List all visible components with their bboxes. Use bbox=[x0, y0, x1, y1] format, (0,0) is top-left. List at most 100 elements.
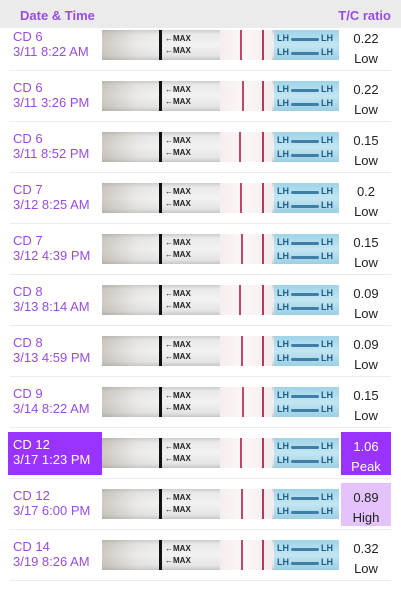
strip-result-window bbox=[220, 234, 272, 264]
lh-label: LH bbox=[277, 339, 289, 349]
test-result-row[interactable]: CD 14 3/19 8:26 AM ←MAX ←MAX LH LH LH LH 0.32 Low bbox=[0, 530, 401, 581]
test-line bbox=[241, 489, 243, 519]
cycle-day-label: CD 6 bbox=[13, 131, 43, 146]
lh-label: LH bbox=[277, 288, 289, 298]
lh-label: LH bbox=[321, 543, 333, 553]
strip-max-bar bbox=[159, 81, 162, 111]
lh-label: LH bbox=[277, 455, 289, 465]
test-result-row[interactable]: CD 9 3/14 8:22 AM ←MAX ←MAX LH LH LH LH 0.15 Low bbox=[0, 377, 401, 428]
strip-brand-zone: LH LH LH LH bbox=[274, 489, 339, 519]
strip-brand-zone: LH LH LH LH bbox=[274, 540, 339, 570]
max-label: ←MAX bbox=[165, 391, 191, 400]
control-line bbox=[262, 489, 264, 519]
brand-logo-mark bbox=[291, 511, 319, 514]
lh-label: LH bbox=[321, 47, 333, 57]
tc-ratio-cell: 0.15 Low bbox=[341, 228, 391, 271]
strip-max-bar bbox=[159, 234, 162, 264]
tc-ratio-cell: 0.09 Low bbox=[341, 279, 391, 322]
test-result-row[interactable]: CD 7 3/12 8:25 AM ←MAX ←MAX LH LH LH LH 0.2 Low bbox=[0, 173, 401, 224]
ratio-value: 0.22 bbox=[353, 31, 379, 46]
tc-ratio-cell: 0.32 Low bbox=[341, 534, 391, 577]
strip-max-bar bbox=[159, 336, 162, 366]
lh-label: LH bbox=[321, 390, 333, 400]
lh-test-strip-image: ←MAX ←MAX LH LH LH LH bbox=[102, 285, 339, 315]
max-label: ←MAX bbox=[165, 403, 191, 412]
test-line bbox=[241, 540, 243, 570]
strip-result-window bbox=[220, 285, 272, 315]
test-result-row[interactable]: CD 6 3/11 8:52 PM ←MAX ←MAX LH LH LH LH 0.15 Low bbox=[0, 122, 401, 173]
lh-label: LH bbox=[277, 506, 289, 516]
ratio-value: 1.06 bbox=[353, 439, 379, 454]
strip-handle-shading bbox=[102, 183, 160, 213]
test-result-row[interactable]: CD 6 3/11 3:26 PM ←MAX ←MAX LH LH LH LH 0.22 Low bbox=[0, 71, 401, 122]
lh-label: LH bbox=[277, 47, 289, 57]
strip-max-bar bbox=[159, 183, 162, 213]
strip-result-window bbox=[220, 540, 272, 570]
tc-ratio-cell: 1.06 Peak bbox=[341, 432, 391, 475]
timestamp-label: 3/13 8:14 AM bbox=[13, 299, 90, 314]
ratio-level: Low bbox=[354, 153, 378, 168]
ratio-value: 0.09 bbox=[353, 337, 379, 352]
test-line bbox=[242, 387, 244, 417]
lh-label: LH bbox=[277, 98, 289, 108]
cycle-day-label: CD 14 bbox=[13, 539, 50, 554]
lh-label: LH bbox=[321, 404, 333, 414]
ratio-level: Low bbox=[354, 204, 378, 219]
strip-brand-zone: LH LH LH LH bbox=[274, 285, 339, 315]
tc-ratio-cell: 0.22 Low bbox=[341, 24, 391, 67]
date-time-cell: CD 12 3/17 1:23 PM bbox=[8, 432, 102, 475]
lh-label: LH bbox=[277, 237, 289, 247]
test-result-row[interactable]: CD 12 3/17 1:23 PM ←MAX ←MAX LH LH LH LH 1.06 Pea… bbox=[0, 428, 401, 479]
lh-label: LH bbox=[321, 492, 333, 502]
timestamp-label: 3/11 8:22 AM bbox=[13, 44, 89, 59]
date-time-cell: CD 9 3/14 8:22 AM bbox=[8, 381, 102, 424]
brand-logo-mark bbox=[291, 256, 319, 259]
strip-handle-shading bbox=[102, 234, 160, 264]
max-label: ←MAX bbox=[165, 505, 191, 514]
test-result-row[interactable]: CD 7 3/12 4:39 PM ←MAX ←MAX LH LH LH LH 0.15 Low bbox=[0, 224, 401, 275]
control-line bbox=[262, 234, 264, 264]
cycle-day-label: CD 6 bbox=[13, 29, 43, 44]
strip-handle-shading bbox=[102, 285, 160, 315]
lh-label: LH bbox=[321, 84, 333, 94]
lh-label: LH bbox=[321, 353, 333, 363]
test-result-row[interactable]: CD 8 3/13 4:59 PM ←MAX ←MAX LH LH LH LH 0.09 Low bbox=[0, 326, 401, 377]
strip-result-window bbox=[220, 132, 272, 162]
timestamp-label: 3/14 8:22 AM bbox=[13, 401, 90, 416]
brand-logo-mark bbox=[291, 344, 319, 347]
max-label: ←MAX bbox=[165, 97, 191, 106]
cycle-day-label: CD 6 bbox=[13, 80, 43, 95]
tc-ratio-cell: 0.15 Low bbox=[341, 381, 391, 424]
brand-logo-mark bbox=[291, 52, 319, 55]
strip-max-bar bbox=[159, 285, 162, 315]
strip-brand-zone: LH LH LH LH bbox=[274, 81, 339, 111]
cycle-day-label: CD 8 bbox=[13, 284, 43, 299]
tc-ratio-column-header: T/C ratio bbox=[338, 8, 391, 23]
date-time-cell: CD 6 3/11 8:22 AM bbox=[8, 24, 102, 67]
control-line bbox=[262, 387, 264, 417]
date-time-cell: CD 8 3/13 8:14 AM bbox=[8, 279, 102, 322]
row-divider bbox=[10, 580, 391, 581]
brand-logo-mark bbox=[291, 191, 319, 194]
brand-logo-mark bbox=[291, 89, 319, 92]
test-result-row[interactable]: CD 8 3/13 8:14 AM ←MAX ←MAX LH LH LH LH 0.09 Low bbox=[0, 275, 401, 326]
lh-label: LH bbox=[321, 135, 333, 145]
timestamp-label: 3/11 8:52 PM bbox=[13, 146, 90, 161]
max-label: ←MAX bbox=[165, 136, 191, 145]
lh-label: LH bbox=[321, 455, 333, 465]
strip-max-bar bbox=[159, 438, 162, 468]
control-line bbox=[262, 438, 264, 468]
timestamp-label: 3/19 8:26 AM bbox=[13, 554, 90, 569]
lh-label: LH bbox=[277, 353, 289, 363]
brand-logo-mark bbox=[291, 548, 319, 551]
lh-label: LH bbox=[321, 186, 333, 196]
strip-brand-zone: LH LH LH LH bbox=[274, 132, 339, 162]
lh-label: LH bbox=[277, 251, 289, 261]
date-time-cell: CD 8 3/13 4:59 PM bbox=[8, 330, 102, 373]
brand-logo-mark bbox=[291, 358, 319, 361]
lh-test-strip-image: ←MAX ←MAX LH LH LH LH bbox=[102, 540, 339, 570]
lh-label: LH bbox=[277, 84, 289, 94]
test-result-row[interactable]: CD 12 3/17 6:00 PM ←MAX ←MAX LH LH LH LH 0.89 Hig… bbox=[0, 479, 401, 530]
lh-label: LH bbox=[277, 390, 289, 400]
test-line bbox=[241, 336, 243, 366]
